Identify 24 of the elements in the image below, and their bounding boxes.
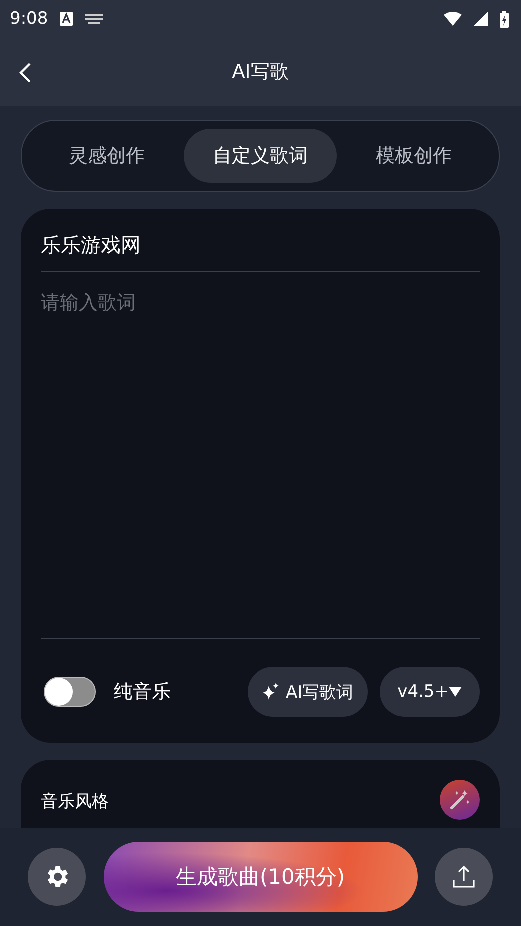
instrumental-toggle[interactable]	[44, 677, 96, 707]
mode-tab[interactable]: 自定义歌词	[184, 129, 338, 183]
mode-tab[interactable]: 模板创作	[337, 129, 492, 183]
keyboard-a-icon	[60, 12, 74, 26]
magic-wand-button[interactable]	[440, 780, 480, 820]
ai-lyrics-button[interactable]: AI写歌词	[248, 667, 368, 717]
wifi-icon	[444, 12, 462, 26]
battery-icon	[500, 10, 509, 28]
signal-icon	[474, 12, 488, 26]
caret-icon	[449, 687, 462, 697]
mode-tab[interactable]: 灵感创作	[30, 129, 184, 183]
page-title: AI写歌	[232, 60, 289, 85]
section-title: 音乐风格	[41, 791, 109, 813]
upload-icon	[451, 864, 477, 890]
song-title-field[interactable]: 乐乐游戏网	[41, 227, 480, 272]
back-icon	[18, 62, 32, 84]
status-time: 9:08	[10, 9, 48, 29]
magic-wand-icon	[449, 789, 471, 811]
keyboard-icon	[85, 14, 104, 24]
instrumental-label: 纯音乐	[114, 680, 171, 705]
generate-song-button[interactable]: 生成歌曲(10积分)	[104, 842, 418, 912]
lyrics-card[interactable]: 乐乐游戏网 请输入歌词 纯音乐 AI写歌词 v4.5+	[21, 209, 500, 743]
version-dropdown[interactable]: v4.5+	[380, 667, 480, 717]
sparkle-icon	[262, 683, 280, 701]
